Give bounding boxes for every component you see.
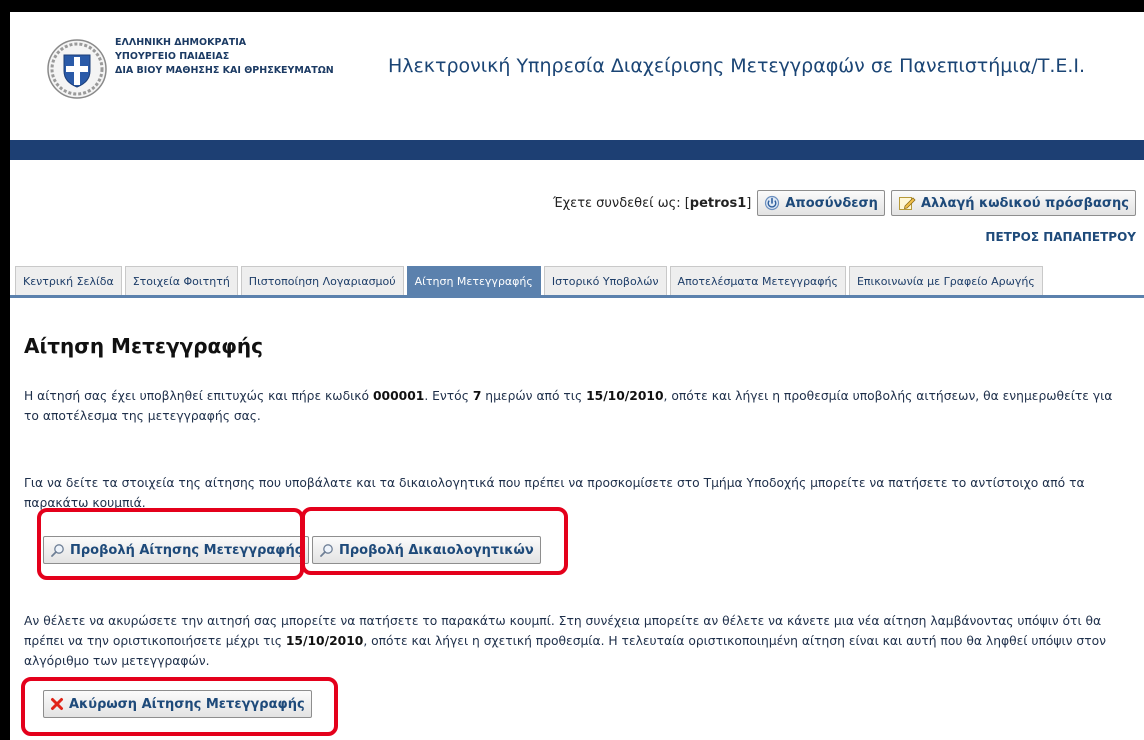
ministry-line: ΔΙΑ ΒΙΟΥ ΜΑΘΗΣΗΣ ΚΑΙ ΘΡΗΣΚΕΥΜΑΤΩΝ [115, 65, 334, 76]
browser-page: ΕΛΛΗΝΙΚΗ ΔΗΜΟΚΡΑΤΙΑ ΥΠΟΥΡΓΕΙΟ ΠΑΙΔΕΙΑΣ Δ… [10, 12, 1144, 740]
tab-transfer-results[interactable]: Αποτελέσματα Μετεγγραφής [669, 266, 846, 296]
tab-transfer-application[interactable]: Αίτηση Μετεγγραφής [406, 266, 541, 296]
change-password-label: Αλλαγή κωδικού πρόσβασης [920, 195, 1129, 211]
edit-icon [898, 197, 916, 210]
view-instructions-text: Για να δείτε τα στοιχεία της αίτησης που… [24, 476, 1085, 510]
tab-helpdesk-contact[interactable]: Επικοινωνία με Γραφείο Αρωγής [848, 266, 1043, 296]
logged-in-prefix: Έχετε συνδεθεί ως: [ [552, 195, 690, 211]
submission-confirmation-text: Η αίτησή σας έχει υποβληθεί επιτυχώς και… [24, 386, 1129, 426]
text-run: Η αίτησή σας έχει υποβληθεί επιτυχώς και… [24, 389, 373, 403]
logged-in-text: Έχετε συνδεθεί ως: [petros1] [553, 196, 751, 211]
ministry-name: ΕΛΛΗΝΙΚΗ ΔΗΜΟΚΡΑΤΙΑ ΥΠΟΥΡΓΕΙΟ ΠΑΙΔΕΙΑΣ Δ… [115, 36, 334, 78]
text-run: ημερών από τις [481, 389, 587, 403]
ministry-line: ΕΛΛΗΝΙΚΗ ΔΗΜΟΚΡΑΤΙΑ [115, 37, 247, 48]
deadline-date: 15/10/2010 [586, 389, 664, 403]
change-password-button[interactable]: Αλλαγή κωδικού πρόσβασης [890, 190, 1136, 216]
highlight-view-documents [301, 507, 568, 575]
cancel-instructions-text: Αν θέλετε να ακυρώσετε την αιτησή σας μπ… [24, 611, 1129, 671]
finalize-deadline-date: 15/10/2010 [285, 634, 364, 648]
login-status: Έχετε συνδεθεί ως: [petros1] Αποσύνδεση … [553, 190, 1136, 216]
logout-button[interactable]: Αποσύνδεση [757, 190, 885, 216]
site-header: ΕΛΛΗΝΙΚΗ ΔΗΜΟΚΡΑΤΙΑ ΥΠΟΥΡΓΕΙΟ ΠΑΙΔΕΙΑΣ Δ… [10, 12, 1144, 140]
tab-student-details[interactable]: Στοιχεία Φοιτητή [124, 266, 238, 296]
user-full-name: ΠΕΤΡΟΣ ΠΑΠΑΠΕΤΡΟΥ [985, 230, 1136, 244]
site-title: Ηλεκτρονική Υπηρεσία Διαχείρισης Μετεγγρ… [388, 55, 1086, 77]
highlight-cancel-application [21, 677, 338, 736]
application-code: 000001 [372, 389, 425, 403]
highlight-view-application [37, 508, 304, 580]
ministry-line: ΥΠΟΥΡΓΕΙΟ ΠΑΙΔΕΙΑΣ [115, 51, 230, 62]
tabs-underline [10, 295, 1144, 298]
username: petros1 [689, 195, 747, 211]
user-panel: Έχετε συνδεθεί ως: [petros1] Αποσύνδεση … [10, 190, 1136, 250]
main-tabs: Κεντρική Σελίδα Στοιχεία Φοιτητή Πιστοπο… [10, 266, 1144, 296]
tab-submission-history[interactable]: Ιστορικό Υποβολών [543, 266, 667, 296]
logged-in-suffix: ] [746, 195, 752, 211]
text-run: . Εντός [424, 389, 473, 403]
page-title: Αίτηση Μετεγγραφής [24, 334, 264, 358]
tab-account-verification[interactable]: Πιστοποίηση Λογαριασμού [240, 266, 404, 296]
tab-home[interactable]: Κεντρική Σελίδα [15, 266, 122, 296]
header-band [10, 140, 1144, 160]
greek-coat-of-arms-icon [47, 39, 107, 99]
logout-icon [765, 195, 780, 211]
logout-label: Αποσύνδεση [785, 195, 878, 211]
main-content: Αίτηση Μετεγγραφής [24, 334, 1134, 358]
